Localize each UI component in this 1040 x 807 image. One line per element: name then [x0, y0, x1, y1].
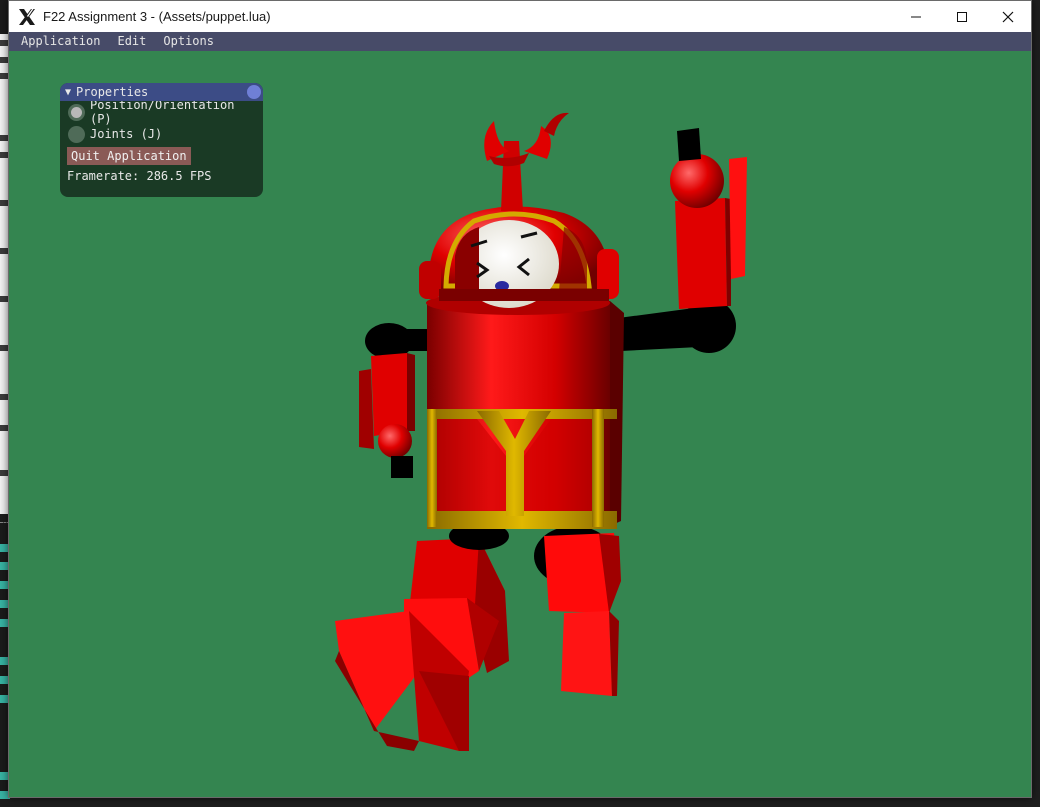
- puppet-torso[interactable]: [426, 291, 624, 529]
- puppet-right-arm[interactable]: [611, 128, 747, 353]
- properties-panel-title: Properties: [76, 85, 149, 99]
- radio-button-icon[interactable]: [68, 103, 85, 121]
- menu-edit[interactable]: Edit: [111, 32, 152, 51]
- collapse-triangle-icon[interactable]: ▼: [65, 87, 71, 98]
- radio-joints[interactable]: Joints (J): [68, 123, 263, 145]
- menu-application[interactable]: Application: [15, 32, 106, 51]
- radio-button-icon[interactable]: [68, 125, 85, 143]
- properties-panel-header[interactable]: ▼ Properties: [60, 83, 263, 101]
- app-window: F22 Assignment 3 - (Assets/puppet.lua) A…: [8, 0, 1032, 798]
- radio-label: Joints (J): [90, 127, 163, 141]
- window-title: F22 Assignment 3 - (Assets/puppet.lua): [43, 9, 271, 24]
- panel-close-icon[interactable]: [247, 85, 261, 99]
- 3d-viewport[interactable]: ▼ Properties Position/Orientation (P) Jo…: [9, 51, 1031, 797]
- minimize-icon: [911, 16, 921, 17]
- radio-position-orientation[interactable]: Position/Orientation (P): [68, 98, 263, 126]
- title-bar[interactable]: F22 Assignment 3 - (Assets/puppet.lua): [9, 1, 1031, 32]
- maximize-button[interactable]: [939, 1, 985, 32]
- puppet-head[interactable]: [419, 112, 619, 308]
- menu-bar: Application Edit Options: [9, 32, 1031, 51]
- close-icon: [1002, 11, 1014, 22]
- puppet-left-arm[interactable]: [359, 323, 431, 478]
- properties-panel[interactable]: ▼ Properties Position/Orientation (P) Jo…: [60, 83, 263, 197]
- quit-application-button[interactable]: Quit Application: [67, 147, 191, 165]
- puppet-right-leg[interactable]: [534, 526, 621, 696]
- radio-label: Position/Orientation (P): [89, 98, 235, 126]
- x-window-icon: [19, 8, 35, 25]
- maximize-icon: [957, 11, 967, 22]
- framerate-label: Framerate: 286.5 FPS: [67, 169, 212, 183]
- puppet-left-leg[interactable]: [335, 538, 509, 751]
- close-button[interactable]: [985, 1, 1031, 32]
- minimize-button[interactable]: [893, 1, 939, 32]
- menu-options[interactable]: Options: [157, 32, 220, 51]
